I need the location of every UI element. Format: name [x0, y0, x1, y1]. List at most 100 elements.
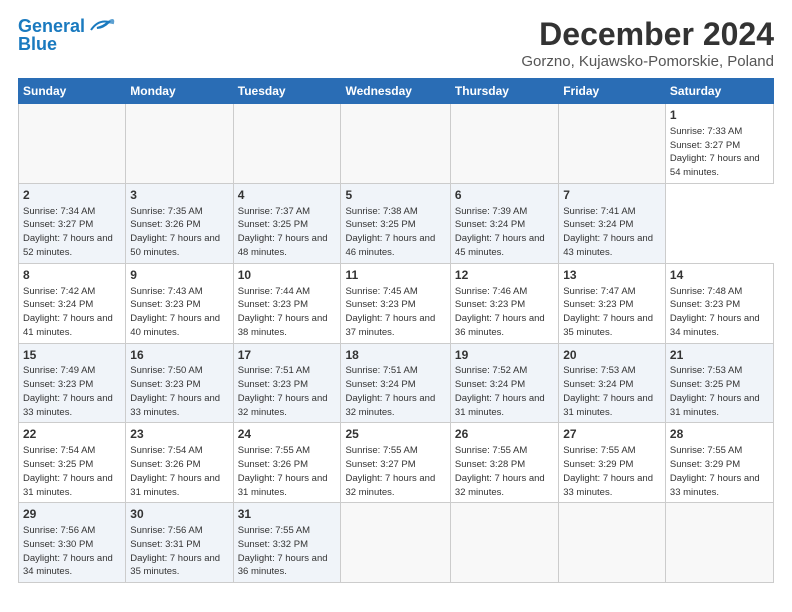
- calendar-cell: [665, 503, 773, 583]
- page: General Blue December 2024 Gorzno, Kujaw…: [0, 0, 792, 612]
- header-saturday: Saturday: [665, 79, 773, 104]
- calendar-cell: [450, 104, 558, 184]
- day-info: Sunrise: 7:43 AMSunset: 3:23 PMDaylight:…: [130, 285, 228, 340]
- day-number: 23: [130, 426, 228, 443]
- day-number: 8: [23, 267, 121, 284]
- day-info: Sunrise: 7:54 AMSunset: 3:25 PMDaylight:…: [23, 444, 121, 499]
- day-number: 26: [455, 426, 554, 443]
- logo: General Blue: [18, 16, 115, 55]
- logo-bird-icon: [87, 16, 115, 38]
- day-info: Sunrise: 7:34 AMSunset: 3:27 PMDaylight:…: [23, 205, 121, 260]
- calendar-cell: 8Sunrise: 7:42 AMSunset: 3:24 PMDaylight…: [19, 263, 126, 343]
- day-number: 11: [345, 267, 445, 284]
- calendar-cell: 30Sunrise: 7:56 AMSunset: 3:31 PMDayligh…: [126, 503, 233, 583]
- day-info: Sunrise: 7:49 AMSunset: 3:23 PMDaylight:…: [23, 364, 121, 419]
- day-number: 21: [670, 347, 769, 364]
- day-number: 7: [563, 187, 661, 204]
- day-number: 29: [23, 506, 121, 523]
- calendar-week-row: 1Sunrise: 7:33 AMSunset: 3:27 PMDaylight…: [19, 104, 774, 184]
- calendar-cell: 14Sunrise: 7:48 AMSunset: 3:23 PMDayligh…: [665, 263, 773, 343]
- calendar-cell: 25Sunrise: 7:55 AMSunset: 3:27 PMDayligh…: [341, 423, 450, 503]
- calendar-cell: 26Sunrise: 7:55 AMSunset: 3:28 PMDayligh…: [450, 423, 558, 503]
- calendar-cell: 15Sunrise: 7:49 AMSunset: 3:23 PMDayligh…: [19, 343, 126, 423]
- calendar-cell: [559, 104, 666, 184]
- calendar-cell: 13Sunrise: 7:47 AMSunset: 3:23 PMDayligh…: [559, 263, 666, 343]
- calendar-cell: 22Sunrise: 7:54 AMSunset: 3:25 PMDayligh…: [19, 423, 126, 503]
- day-number: 10: [238, 267, 337, 284]
- day-info: Sunrise: 7:46 AMSunset: 3:23 PMDaylight:…: [455, 285, 554, 340]
- day-number: 16: [130, 347, 228, 364]
- header-thursday: Thursday: [450, 79, 558, 104]
- day-number: 25: [345, 426, 445, 443]
- header: General Blue December 2024 Gorzno, Kujaw…: [18, 16, 774, 70]
- day-number: 4: [238, 187, 337, 204]
- day-info: Sunrise: 7:51 AMSunset: 3:23 PMDaylight:…: [238, 364, 337, 419]
- day-number: 5: [345, 187, 445, 204]
- calendar-week-row: 22Sunrise: 7:54 AMSunset: 3:25 PMDayligh…: [19, 423, 774, 503]
- day-info: Sunrise: 7:41 AMSunset: 3:24 PMDaylight:…: [563, 205, 661, 260]
- calendar-cell: 11Sunrise: 7:45 AMSunset: 3:23 PMDayligh…: [341, 263, 450, 343]
- day-number: 14: [670, 267, 769, 284]
- calendar-cell: 17Sunrise: 7:51 AMSunset: 3:23 PMDayligh…: [233, 343, 341, 423]
- calendar-cell: 20Sunrise: 7:53 AMSunset: 3:24 PMDayligh…: [559, 343, 666, 423]
- day-info: Sunrise: 7:56 AMSunset: 3:31 PMDaylight:…: [130, 524, 228, 579]
- day-info: Sunrise: 7:38 AMSunset: 3:25 PMDaylight:…: [345, 205, 445, 260]
- day-number: 13: [563, 267, 661, 284]
- calendar-header-row: SundayMondayTuesdayWednesdayThursdayFrid…: [19, 79, 774, 104]
- day-info: Sunrise: 7:53 AMSunset: 3:25 PMDaylight:…: [670, 364, 769, 419]
- calendar-cell: [450, 503, 558, 583]
- day-number: 19: [455, 347, 554, 364]
- calendar-week-row: 2Sunrise: 7:34 AMSunset: 3:27 PMDaylight…: [19, 183, 774, 263]
- calendar-cell: 21Sunrise: 7:53 AMSunset: 3:25 PMDayligh…: [665, 343, 773, 423]
- day-number: 17: [238, 347, 337, 364]
- day-info: Sunrise: 7:55 AMSunset: 3:29 PMDaylight:…: [670, 444, 769, 499]
- calendar-cell: 9Sunrise: 7:43 AMSunset: 3:23 PMDaylight…: [126, 263, 233, 343]
- day-number: 2: [23, 187, 121, 204]
- day-number: 27: [563, 426, 661, 443]
- calendar-cell: 4Sunrise: 7:37 AMSunset: 3:25 PMDaylight…: [233, 183, 341, 263]
- calendar-cell: 31Sunrise: 7:55 AMSunset: 3:32 PMDayligh…: [233, 503, 341, 583]
- calendar-cell: [126, 104, 233, 184]
- day-number: 30: [130, 506, 228, 523]
- day-number: 12: [455, 267, 554, 284]
- day-number: 20: [563, 347, 661, 364]
- day-info: Sunrise: 7:37 AMSunset: 3:25 PMDaylight:…: [238, 205, 337, 260]
- calendar-cell: [341, 104, 450, 184]
- calendar-cell: 3Sunrise: 7:35 AMSunset: 3:26 PMDaylight…: [126, 183, 233, 263]
- subtitle: Gorzno, Kujawsko-Pomorskie, Poland: [521, 53, 774, 70]
- calendar-week-row: 15Sunrise: 7:49 AMSunset: 3:23 PMDayligh…: [19, 343, 774, 423]
- day-info: Sunrise: 7:33 AMSunset: 3:27 PMDaylight:…: [670, 125, 769, 180]
- calendar-cell: 6Sunrise: 7:39 AMSunset: 3:24 PMDaylight…: [450, 183, 558, 263]
- calendar-cell: 28Sunrise: 7:55 AMSunset: 3:29 PMDayligh…: [665, 423, 773, 503]
- calendar-table: SundayMondayTuesdayWednesdayThursdayFrid…: [18, 78, 774, 583]
- calendar-cell: 27Sunrise: 7:55 AMSunset: 3:29 PMDayligh…: [559, 423, 666, 503]
- day-number: 1: [670, 107, 769, 124]
- calendar-cell: 23Sunrise: 7:54 AMSunset: 3:26 PMDayligh…: [126, 423, 233, 503]
- day-number: 3: [130, 187, 228, 204]
- day-info: Sunrise: 7:55 AMSunset: 3:28 PMDaylight:…: [455, 444, 554, 499]
- day-info: Sunrise: 7:55 AMSunset: 3:29 PMDaylight:…: [563, 444, 661, 499]
- day-info: Sunrise: 7:45 AMSunset: 3:23 PMDaylight:…: [345, 285, 445, 340]
- day-info: Sunrise: 7:55 AMSunset: 3:26 PMDaylight:…: [238, 444, 337, 499]
- calendar-cell: 29Sunrise: 7:56 AMSunset: 3:30 PMDayligh…: [19, 503, 126, 583]
- day-info: Sunrise: 7:47 AMSunset: 3:23 PMDaylight:…: [563, 285, 661, 340]
- calendar-cell: 7Sunrise: 7:41 AMSunset: 3:24 PMDaylight…: [559, 183, 666, 263]
- day-info: Sunrise: 7:39 AMSunset: 3:24 PMDaylight:…: [455, 205, 554, 260]
- day-number: 22: [23, 426, 121, 443]
- calendar-cell: [559, 503, 666, 583]
- header-friday: Friday: [559, 79, 666, 104]
- day-info: Sunrise: 7:55 AMSunset: 3:27 PMDaylight:…: [345, 444, 445, 499]
- calendar-cell: [341, 503, 450, 583]
- calendar-cell: 16Sunrise: 7:50 AMSunset: 3:23 PMDayligh…: [126, 343, 233, 423]
- header-wednesday: Wednesday: [341, 79, 450, 104]
- day-info: Sunrise: 7:54 AMSunset: 3:26 PMDaylight:…: [130, 444, 228, 499]
- calendar-week-row: 29Sunrise: 7:56 AMSunset: 3:30 PMDayligh…: [19, 503, 774, 583]
- header-sunday: Sunday: [19, 79, 126, 104]
- main-title: December 2024: [521, 16, 774, 53]
- calendar-cell: 18Sunrise: 7:51 AMSunset: 3:24 PMDayligh…: [341, 343, 450, 423]
- day-info: Sunrise: 7:51 AMSunset: 3:24 PMDaylight:…: [345, 364, 445, 419]
- calendar-cell: [233, 104, 341, 184]
- calendar-cell: [19, 104, 126, 184]
- calendar-cell: 24Sunrise: 7:55 AMSunset: 3:26 PMDayligh…: [233, 423, 341, 503]
- calendar-cell: 2Sunrise: 7:34 AMSunset: 3:27 PMDaylight…: [19, 183, 126, 263]
